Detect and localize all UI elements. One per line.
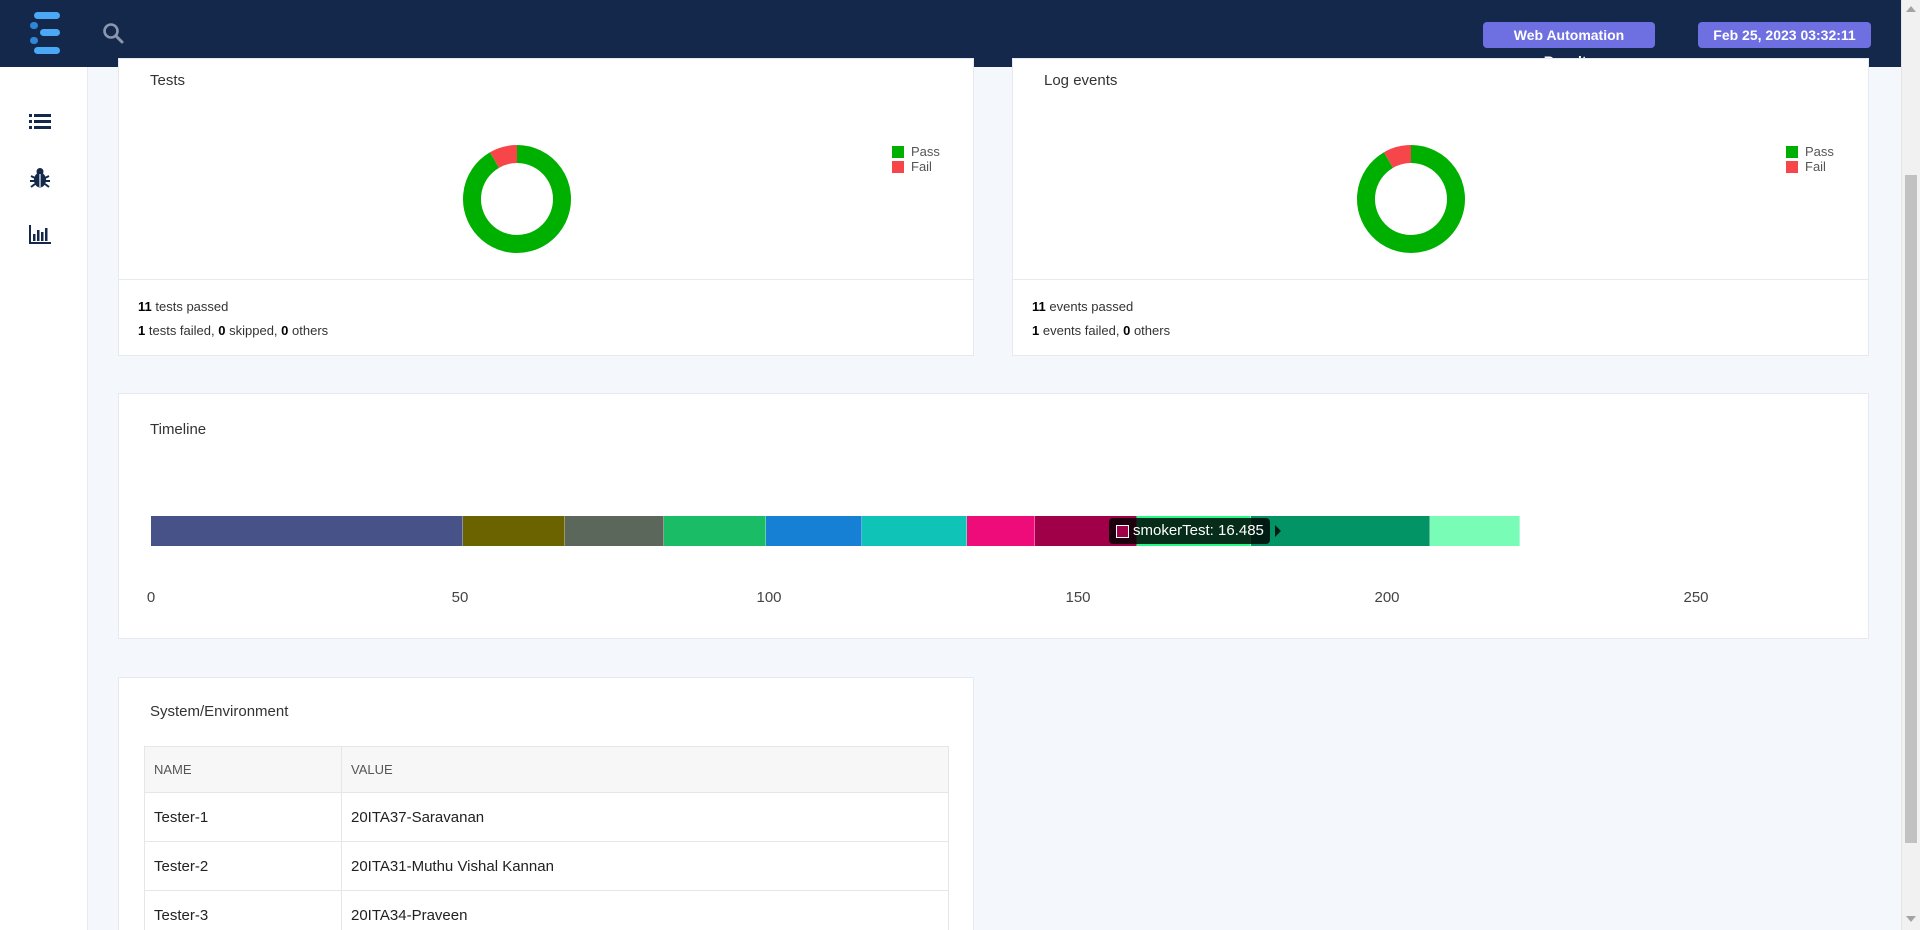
table-row: Tester-3 20ITA34-Praveen: [144, 890, 949, 930]
timeline-segment[interactable]: [565, 516, 664, 546]
search-icon[interactable]: [102, 22, 124, 44]
bug-icon[interactable]: [28, 167, 52, 189]
cell-name: Tester-1: [144, 792, 342, 842]
page-scrollbar[interactable]: [1901, 0, 1920, 930]
column-header-value: VALUE: [341, 746, 949, 793]
list-icon[interactable]: [28, 111, 52, 133]
log-events-summary: 11 events passed 1 events failed, 0 othe…: [1013, 279, 1868, 355]
events-failed-line: 1 events failed, 0 others: [1032, 323, 1171, 338]
timeline-tick-label: 150: [1065, 589, 1091, 606]
timeline-tooltip: smokerTest: 16.485: [1109, 518, 1270, 544]
timeline-bar: [151, 516, 1696, 546]
donut-slice-pass[interactable]: [463, 145, 571, 253]
tooltip-caret: [1275, 525, 1281, 537]
tooltip-text: smokerTest: 16.485: [1133, 522, 1264, 539]
cell-name: Tester-3: [144, 890, 342, 930]
timeline-segment[interactable]: [765, 516, 862, 546]
report-name-badge: Web Automation Results: [1483, 22, 1655, 69]
sidebar: [0, 67, 88, 930]
extent-logo-icon[interactable]: [30, 12, 64, 54]
cell-value: 20ITA37-Saravanan: [341, 792, 949, 842]
donut-slice-pass[interactable]: [1357, 145, 1465, 253]
tests-card: Tests Pass Fail 11 tests passed 1 tests …: [118, 58, 974, 356]
timeline-segment[interactable]: [463, 516, 566, 546]
scrollbar-thumb[interactable]: [1905, 175, 1917, 843]
scroll-down-arrow-icon[interactable]: [1906, 916, 1916, 922]
donut-slice-fail[interactable]: [1384, 145, 1412, 169]
timeline-segment[interactable]: [151, 516, 464, 546]
timeline-segment[interactable]: [663, 516, 766, 546]
top-navbar: Web Automation Results Feb 25, 2023 03:3…: [0, 0, 1901, 69]
cell-value: 20ITA34-Praveen: [341, 890, 949, 930]
legend-item-fail[interactable]: Fail: [1786, 159, 1834, 174]
legend-item-pass[interactable]: Pass: [892, 144, 940, 159]
tests-donut-chart: [463, 145, 571, 253]
cell-value: 20ITA31-Muthu Vishal Kannan: [341, 841, 949, 891]
table-row: Tester-1 20ITA37-Saravanan: [144, 792, 949, 842]
timeline-segment[interactable]: [966, 516, 1035, 546]
legend-item-pass[interactable]: Pass: [1786, 144, 1834, 159]
donut-slice-fail[interactable]: [490, 145, 518, 169]
bar-chart-icon[interactable]: [28, 223, 52, 245]
environment-table: NAME VALUE Tester-1 20ITA37-Saravanan Te…: [144, 746, 949, 930]
cell-name: Tester-2: [144, 841, 342, 891]
log-events-donut-chart: [1357, 145, 1465, 253]
tests-summary: 11 tests passed 1 tests failed, 0 skippe…: [119, 279, 973, 355]
timeline-tick-label: 200: [1374, 589, 1400, 606]
column-header-name: NAME: [144, 746, 342, 793]
timestamp-badge: Feb 25, 2023 03:32:11 pm: [1698, 22, 1871, 69]
log-events-card: Log events Pass Fail 11 events passed 1 …: [1012, 58, 1869, 356]
timeline-segment[interactable]: [861, 516, 967, 546]
tests-legend: Pass Fail: [892, 144, 940, 174]
log-events-legend: Pass Fail: [1786, 144, 1834, 174]
card-title: Log events: [1044, 72, 1118, 89]
timeline-tick-label: 0: [146, 589, 156, 606]
tests-passed-line: 11 tests passed: [138, 299, 229, 314]
events-passed-line: 11 events passed: [1032, 299, 1134, 314]
timeline-tick-label: 50: [451, 589, 469, 606]
table-row: Tester-2 20ITA31-Muthu Vishal Kannan: [144, 841, 949, 891]
timeline-tick-label: 250: [1683, 589, 1709, 606]
card-title: Timeline: [150, 421, 207, 438]
card-title: System/Environment: [150, 703, 289, 720]
scroll-up-arrow-icon[interactable]: [1906, 6, 1916, 12]
timeline-tick-label: 100: [756, 589, 782, 606]
table-header-row: NAME VALUE: [144, 746, 949, 793]
tooltip-swatch: [1116, 524, 1129, 538]
timeline-segment[interactable]: [1430, 516, 1520, 546]
tests-failed-line: 1 tests failed, 0 skipped, 0 others: [138, 323, 329, 338]
card-title: Tests: [150, 72, 186, 89]
legend-item-fail[interactable]: Fail: [892, 159, 940, 174]
